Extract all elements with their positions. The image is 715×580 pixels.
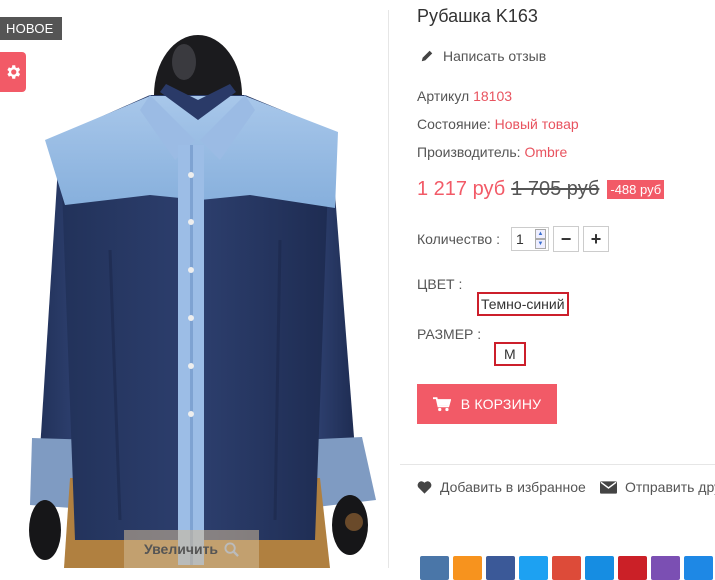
color-option[interactable]: Темно-синий <box>477 292 569 316</box>
quantity-decrease-button[interactable]: − <box>552 226 579 252</box>
manufacturer-label: Производитель: <box>417 144 521 160</box>
add-to-cart-label: В КОРЗИНУ <box>460 396 542 412</box>
manufacturer-row: Производитель: Ombre <box>417 144 567 160</box>
condition-label: Состояние: <box>417 116 491 132</box>
google-plus-share-icon[interactable] <box>552 556 581 580</box>
product-title: Рубашка K163 <box>417 6 538 26</box>
gear-icon <box>7 65 21 79</box>
facebook-share-icon[interactable] <box>486 556 515 580</box>
condition-row: Состояние: Новый товар <box>417 116 579 132</box>
zoom-button[interactable]: Увеличить <box>124 530 259 568</box>
new-badge: НОВОЕ <box>0 17 62 40</box>
add-to-wishlist-link[interactable]: Добавить в избранное <box>417 479 586 495</box>
size-label: РАЗМЕР : <box>417 326 482 342</box>
old-price: 1 705 руб <box>511 178 600 200</box>
cart-icon <box>432 396 451 411</box>
more-share-icon[interactable] <box>684 556 713 580</box>
sku-value: 18103 <box>473 88 513 104</box>
spin-down-icon[interactable]: ▼ <box>534 239 546 249</box>
write-review-link[interactable]: Написать отзыв <box>420 48 546 64</box>
quantity-input[interactable] <box>511 228 534 247</box>
envelope-icon <box>600 480 617 494</box>
odnoklassniki-share-icon[interactable] <box>453 556 482 580</box>
add-to-cart-button[interactable]: В КОРЗИНУ <box>417 384 557 424</box>
actions-divider <box>400 464 715 465</box>
social-share-bar <box>420 556 713 580</box>
write-review-label: Написать отзыв <box>443 48 547 64</box>
size-option[interactable]: M <box>494 342 526 366</box>
product-image-panel: НОВОЕ Увеличить <box>0 0 390 568</box>
quantity-row: Количество : ▲ ▼ − + <box>417 226 609 252</box>
product-image[interactable] <box>0 0 390 568</box>
image-frame-border <box>388 10 389 568</box>
spin-up-icon[interactable]: ▲ <box>534 229 546 239</box>
vk-share-icon[interactable] <box>420 556 449 580</box>
condition-value: Новый товар <box>494 116 579 132</box>
manufacturer-link[interactable]: Ombre <box>524 144 567 160</box>
heart-icon <box>417 481 432 494</box>
color-label: ЦВЕТ : <box>417 276 463 292</box>
quantity-label: Количество : <box>417 231 500 247</box>
add-to-wishlist-label: Добавить в избранное <box>440 479 586 495</box>
pencil-icon <box>421 50 433 62</box>
pinterest-share-icon[interactable] <box>618 556 647 580</box>
price-row: 1 217 руб 1 705 руб -488 руб <box>417 178 665 201</box>
settings-button[interactable] <box>0 52 26 92</box>
send-to-friend-label: Отправить дру <box>625 479 715 495</box>
current-price: 1 217 руб <box>417 178 506 200</box>
zoom-label: Увеличить <box>143 541 219 557</box>
send-to-friend-link[interactable]: Отправить дру <box>600 479 715 495</box>
quantity-increase-button[interactable]: + <box>582 226 609 252</box>
quantity-stepper[interactable]: ▲ ▼ <box>510 227 549 251</box>
quantity-spinner[interactable]: ▲ ▼ <box>534 229 546 249</box>
discount-badge: -488 руб <box>607 180 665 199</box>
mail-share-icon[interactable] <box>585 556 614 580</box>
viber-share-icon[interactable] <box>651 556 680 580</box>
twitter-share-icon[interactable] <box>519 556 548 580</box>
sku-row: Артикул 18103 <box>417 88 512 104</box>
magnifier-icon <box>224 541 239 557</box>
sku-label: Артикул <box>417 88 470 104</box>
